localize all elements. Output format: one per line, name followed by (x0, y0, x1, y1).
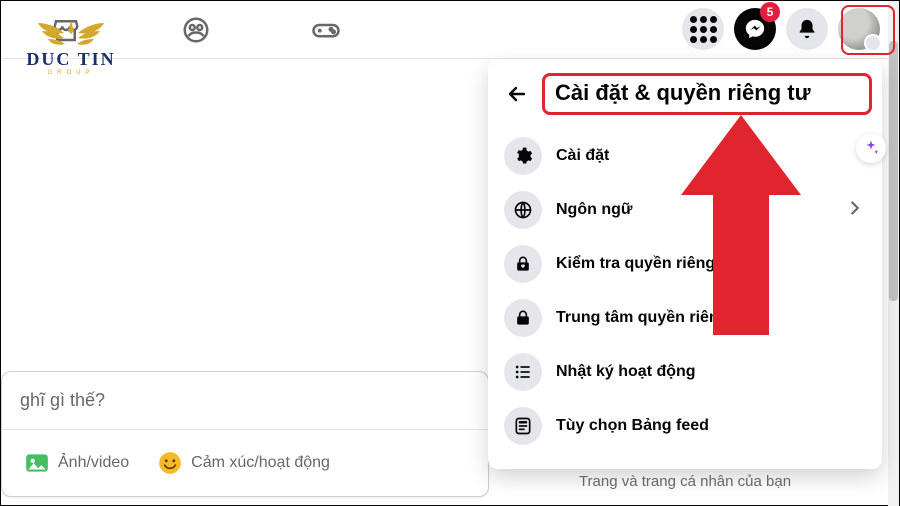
footer-caption: Trang và trang cá nhân của bạn (488, 473, 882, 490)
composer-feeling-label: Cảm xúc/hoạt động (191, 454, 330, 472)
watermark-logo: DUC TIN GROUP (15, 17, 127, 79)
top-navbar: 5 (1, 1, 888, 59)
menu-label: Tùy chọn Bảng feed (556, 417, 709, 435)
nav-groups[interactable] (166, 2, 226, 58)
lock-icon (504, 299, 542, 337)
messenger-icon (744, 18, 766, 40)
globe-icon (504, 191, 542, 229)
sparkle-icon (862, 139, 880, 157)
notification-badge: 5 (760, 2, 780, 22)
composer-photo-video-button[interactable]: Ảnh/video (10, 442, 143, 484)
logo-sub-text: GROUP (47, 70, 94, 76)
settings-privacy-panel: Cài đặt & quyền riêng tư Cài đặt Ngôn ng… (488, 59, 882, 469)
menu-item-language[interactable]: Ngôn ngữ (498, 183, 872, 237)
composer-feeling-button[interactable]: Cảm xúc/hoạt động (143, 442, 344, 484)
menu-label: Nhật ký hoạt động (556, 363, 696, 381)
menu-label: Cài đặt (556, 147, 609, 165)
grid-icon (690, 16, 717, 43)
composer-photo-label: Ảnh/video (58, 454, 129, 472)
settings-menu: Cài đặt Ngôn ngữ Kiểm tra quyền riêng tư… (496, 123, 874, 459)
scrollbar-track[interactable] (888, 1, 899, 506)
menu-label: Ngôn ngữ (556, 201, 632, 219)
arrow-left-icon (505, 82, 529, 106)
notifications-button[interactable] (786, 8, 828, 50)
logo-wings-icon (26, 17, 116, 51)
photo-icon (24, 450, 50, 476)
groups-icon (181, 15, 211, 45)
feed-icon (504, 407, 542, 445)
bell-icon (796, 18, 818, 40)
panel-title: Cài đặt & quyền riêng tư (555, 80, 859, 106)
menu-item-privacy-center[interactable]: Trung tâm quyền riêng tư (498, 291, 872, 345)
gamepad-icon (311, 15, 341, 45)
lock-heart-icon (504, 245, 542, 283)
nav-gaming[interactable] (296, 2, 356, 58)
list-icon (504, 353, 542, 391)
menu-item-settings[interactable]: Cài đặt (498, 129, 872, 183)
sparkle-button[interactable] (856, 133, 886, 163)
back-button[interactable] (498, 75, 536, 113)
scrollbar-thumb[interactable] (889, 41, 898, 301)
logo-brand-text: DUC TIN (26, 49, 115, 70)
panel-title-highlight: Cài đặt & quyền riêng tư (542, 73, 872, 115)
menu-item-activity-log[interactable]: Nhật ký hoạt động (498, 345, 872, 399)
menu-label: Kiểm tra quyền riêng tư (556, 255, 737, 273)
gear-icon (504, 137, 542, 175)
composer-card: ghĩ gì thế? Ảnh/video Cảm xúc/hoạt động (1, 371, 489, 497)
messenger-button[interactable]: 5 (734, 8, 776, 50)
composer-prompt[interactable]: ghĩ gì thế? (2, 372, 488, 430)
feeling-icon (157, 450, 183, 476)
menu-item-privacy-check[interactable]: Kiểm tra quyền riêng tư (498, 237, 872, 291)
menu-item-feed-options[interactable]: Tùy chọn Bảng feed (498, 399, 872, 453)
menu-apps-button[interactable] (682, 8, 724, 50)
menu-label: Trung tâm quyền riêng tư (556, 309, 750, 327)
annotation-highlight-avatar (841, 5, 895, 55)
chevron-right-icon (844, 197, 866, 224)
